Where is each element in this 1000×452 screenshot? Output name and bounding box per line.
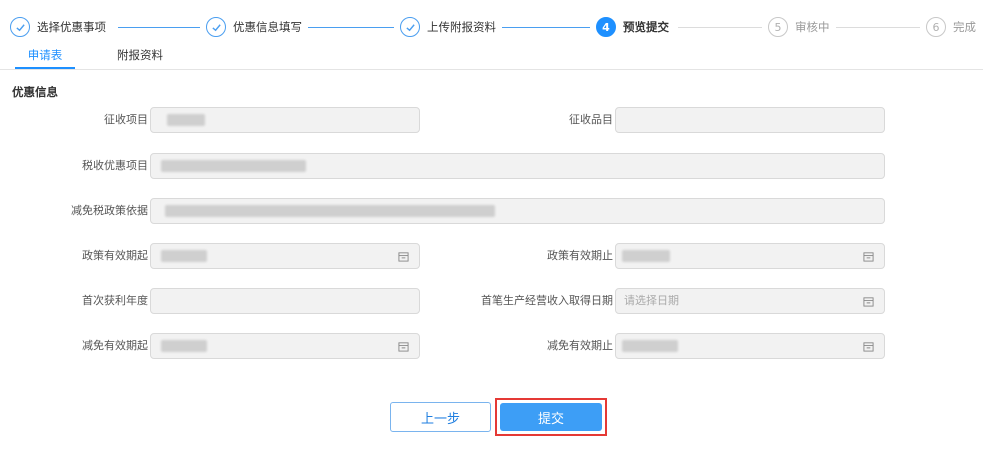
step-1: 选择优惠事项	[10, 16, 106, 38]
redacted-value	[161, 340, 207, 352]
step-connector	[678, 27, 762, 28]
check-icon	[400, 17, 420, 37]
reduction-policy-basis-field[interactable]	[150, 198, 885, 224]
date-placeholder: 请选择日期	[624, 294, 679, 307]
policy-valid-to-field[interactable]	[615, 243, 885, 269]
reduction-policy-basis-label: 减免税政策依据	[71, 204, 148, 217]
submit-button[interactable]: 提交	[500, 403, 602, 431]
calendar-icon[interactable]	[863, 341, 874, 352]
calendar-icon[interactable]	[398, 251, 409, 262]
step-3: 上传附报资料	[400, 16, 496, 38]
step-label: 优惠信息填写	[233, 20, 302, 34]
levy-product-label: 征收品目	[569, 113, 613, 126]
step-label: 选择优惠事项	[37, 20, 106, 34]
step-connector	[836, 27, 920, 28]
step-label: 审核中	[795, 20, 830, 34]
reduction-valid-from-label: 减免有效期起	[82, 339, 148, 352]
policy-valid-from-field[interactable]	[150, 243, 420, 269]
step-5: 5 审核中	[768, 16, 830, 38]
first-profit-year-field[interactable]	[150, 288, 420, 314]
step-number: 5	[768, 17, 788, 37]
check-icon	[10, 17, 30, 37]
step-label: 上传附报资料	[427, 20, 496, 34]
first-revenue-date-label: 首笔生产经营收入取得日期	[481, 294, 613, 307]
tab-attachments[interactable]: 附报资料	[110, 47, 170, 69]
step-4: 4 预览提交	[596, 16, 669, 38]
step-label: 预览提交	[623, 20, 669, 34]
redacted-value	[161, 160, 306, 172]
step-connector	[308, 27, 394, 28]
tax-preference-item-field[interactable]	[150, 153, 885, 179]
policy-valid-from-label: 政策有效期起	[82, 249, 148, 262]
step-connector	[118, 27, 200, 28]
tab-bar: 申请表 附报资料	[0, 44, 983, 70]
calendar-icon[interactable]	[863, 296, 874, 307]
section-title: 优惠信息	[12, 85, 58, 99]
levy-item-label: 征收项目	[104, 113, 148, 126]
step-2: 优惠信息填写	[206, 16, 302, 38]
step-6: 6 完成	[926, 16, 976, 38]
levy-product-field[interactable]	[615, 107, 885, 133]
tab-application-form[interactable]: 申请表	[15, 47, 75, 69]
step-number: 4	[596, 17, 616, 37]
levy-item-field[interactable]	[150, 107, 420, 133]
reduction-valid-to-field[interactable]	[615, 333, 885, 359]
redacted-value	[165, 205, 495, 217]
reduction-valid-to-label: 减免有效期止	[547, 339, 613, 352]
progress-steps: 选择优惠事项 优惠信息填写 上传附报资料 4 预览提交 5 审核中 6 完成	[0, 0, 1000, 40]
redacted-value	[167, 114, 205, 126]
step-label: 完成	[953, 20, 976, 34]
calendar-icon[interactable]	[398, 341, 409, 352]
redacted-value	[622, 340, 678, 352]
reduction-valid-from-field[interactable]	[150, 333, 420, 359]
first-revenue-date-field[interactable]: 请选择日期	[615, 288, 885, 314]
redacted-value	[622, 250, 670, 262]
policy-valid-to-label: 政策有效期止	[547, 249, 613, 262]
step-number: 6	[926, 17, 946, 37]
tax-preference-item-label: 税收优惠项目	[82, 159, 148, 172]
submit-highlight-box: 提交	[495, 398, 607, 436]
first-profit-year-label: 首次获利年度	[82, 294, 148, 307]
calendar-icon[interactable]	[863, 251, 874, 262]
redacted-value	[161, 250, 207, 262]
previous-step-button[interactable]: 上一步	[390, 402, 491, 432]
step-connector	[502, 27, 590, 28]
check-icon	[206, 17, 226, 37]
